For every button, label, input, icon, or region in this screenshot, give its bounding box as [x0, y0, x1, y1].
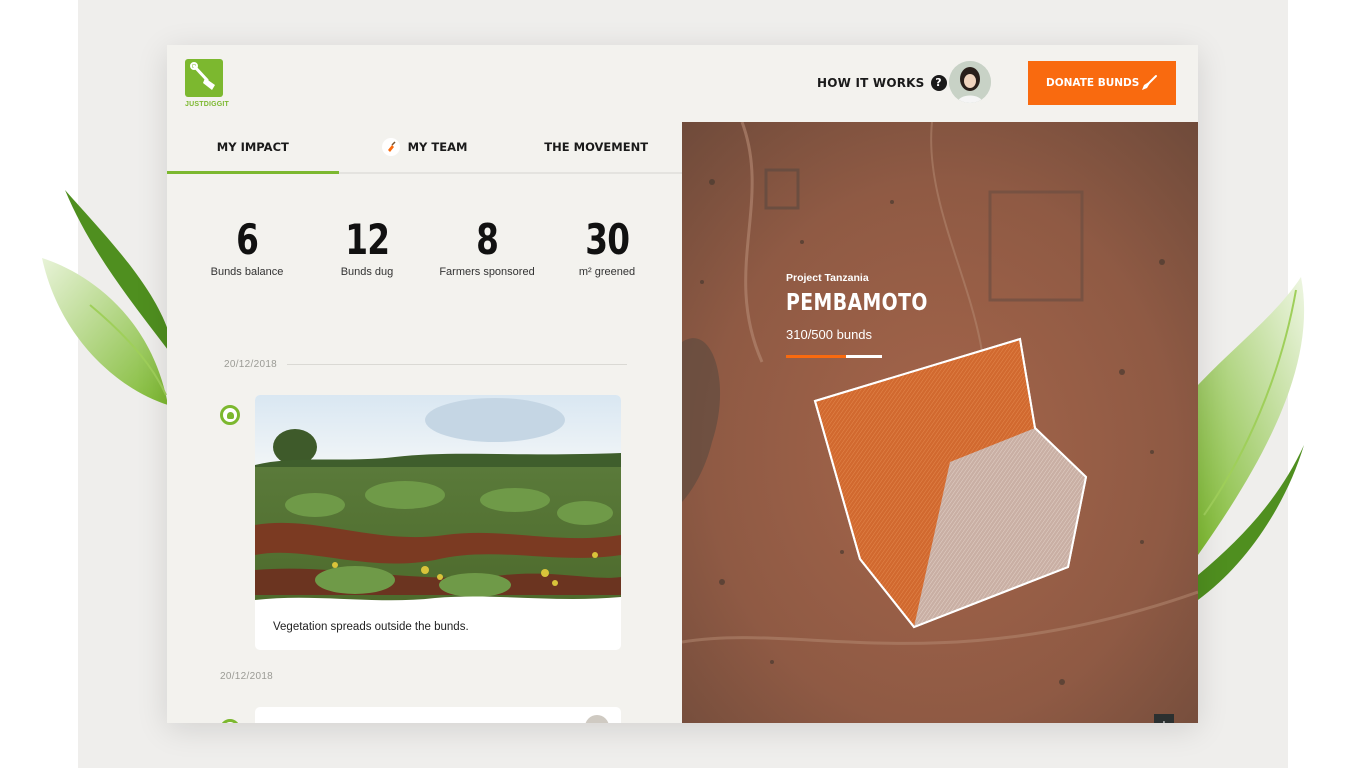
bell-icon: [220, 405, 240, 425]
impact-stats: 6 Bunds balance 12 Bunds dug 8 Farmers s…: [187, 215, 667, 278]
stat-bunds-dug: 12 Bunds dug: [307, 215, 427, 278]
tab-label: MY TEAM: [407, 140, 468, 154]
feed-card[interactable]: [255, 707, 621, 723]
vegetation-photo: [255, 395, 621, 605]
app-window: JUSTDIGGIT HOW IT WORKS ? DONATE BUNDS M…: [167, 45, 1198, 723]
project-map[interactable]: Project Tanzania PEMBAMOTO 310/500 bunds…: [682, 122, 1198, 723]
project-bund-count: 310/500 bunds: [786, 327, 873, 342]
stat-label: Bunds dug: [340, 266, 394, 278]
project-progress-bar: [786, 355, 882, 358]
stat-value: 8: [475, 215, 499, 264]
author-avatar: [585, 715, 609, 723]
impact-tabs: MY IMPACT MY TEAM THE MOVEMENT: [167, 122, 683, 174]
how-it-works-link[interactable]: HOW IT WORKS ?: [817, 75, 947, 91]
right-leaf-decoration: [1198, 277, 1305, 600]
donate-bunds-button[interactable]: DONATE BUNDS: [1028, 61, 1176, 105]
feed-card[interactable]: Vegetation spreads outside the bunds.: [255, 395, 621, 650]
justdiggit-logo[interactable]: [185, 59, 223, 97]
shovel-icon: [190, 62, 215, 90]
tab-my-impact[interactable]: MY IMPACT: [167, 122, 339, 174]
stat-bunds-balance: 6 Bunds balance: [187, 215, 307, 278]
stat-farmers-sponsored: 8 Farmers sponsored: [427, 215, 547, 278]
help-icon: ?: [930, 75, 947, 91]
stat-label: Bunds balance: [210, 266, 284, 278]
feed-date: 20/12/2018: [220, 671, 274, 682]
tab-label: THE MOVEMENT: [544, 140, 649, 154]
satellite-map-image: [682, 122, 1198, 723]
top-bar: JUSTDIGGIT HOW IT WORKS ? DONATE BUNDS: [167, 45, 1198, 122]
how-it-works-label: HOW IT WORKS: [817, 76, 925, 90]
stat-value: 6: [235, 215, 259, 264]
stat-label: m² greened: [578, 266, 636, 278]
stat-label: Farmers sponsored: [439, 266, 535, 278]
feed-caption: Vegetation spreads outside the bunds.: [273, 621, 469, 633]
project-subtitle: Project Tanzania: [786, 272, 869, 284]
project-name: PEMBAMOTO: [786, 290, 928, 316]
tab-my-team[interactable]: MY TEAM: [338, 122, 511, 174]
donate-label: DONATE BUNDS: [1046, 77, 1140, 89]
team-icon: [381, 138, 400, 156]
stat-m2-greened: 30 m² greened: [547, 215, 667, 278]
shovel-icon: [1142, 75, 1157, 90]
user-avatar[interactable]: [949, 61, 991, 103]
feed-divider: [287, 364, 627, 365]
stat-value: 12: [344, 215, 390, 264]
left-leaf-decoration: [42, 190, 168, 405]
stat-value: 30: [584, 215, 630, 264]
tab-label: MY IMPACT: [216, 139, 289, 154]
tab-the-movement[interactable]: THE MOVEMENT: [510, 122, 683, 174]
feed-date: 20/12/2018: [224, 359, 278, 370]
feed-marker-icon: [220, 719, 240, 723]
zoom-in-button[interactable]: +: [1154, 714, 1174, 723]
progress-fill: [786, 355, 846, 358]
logo-text: JUSTDIGGIT: [185, 101, 230, 108]
